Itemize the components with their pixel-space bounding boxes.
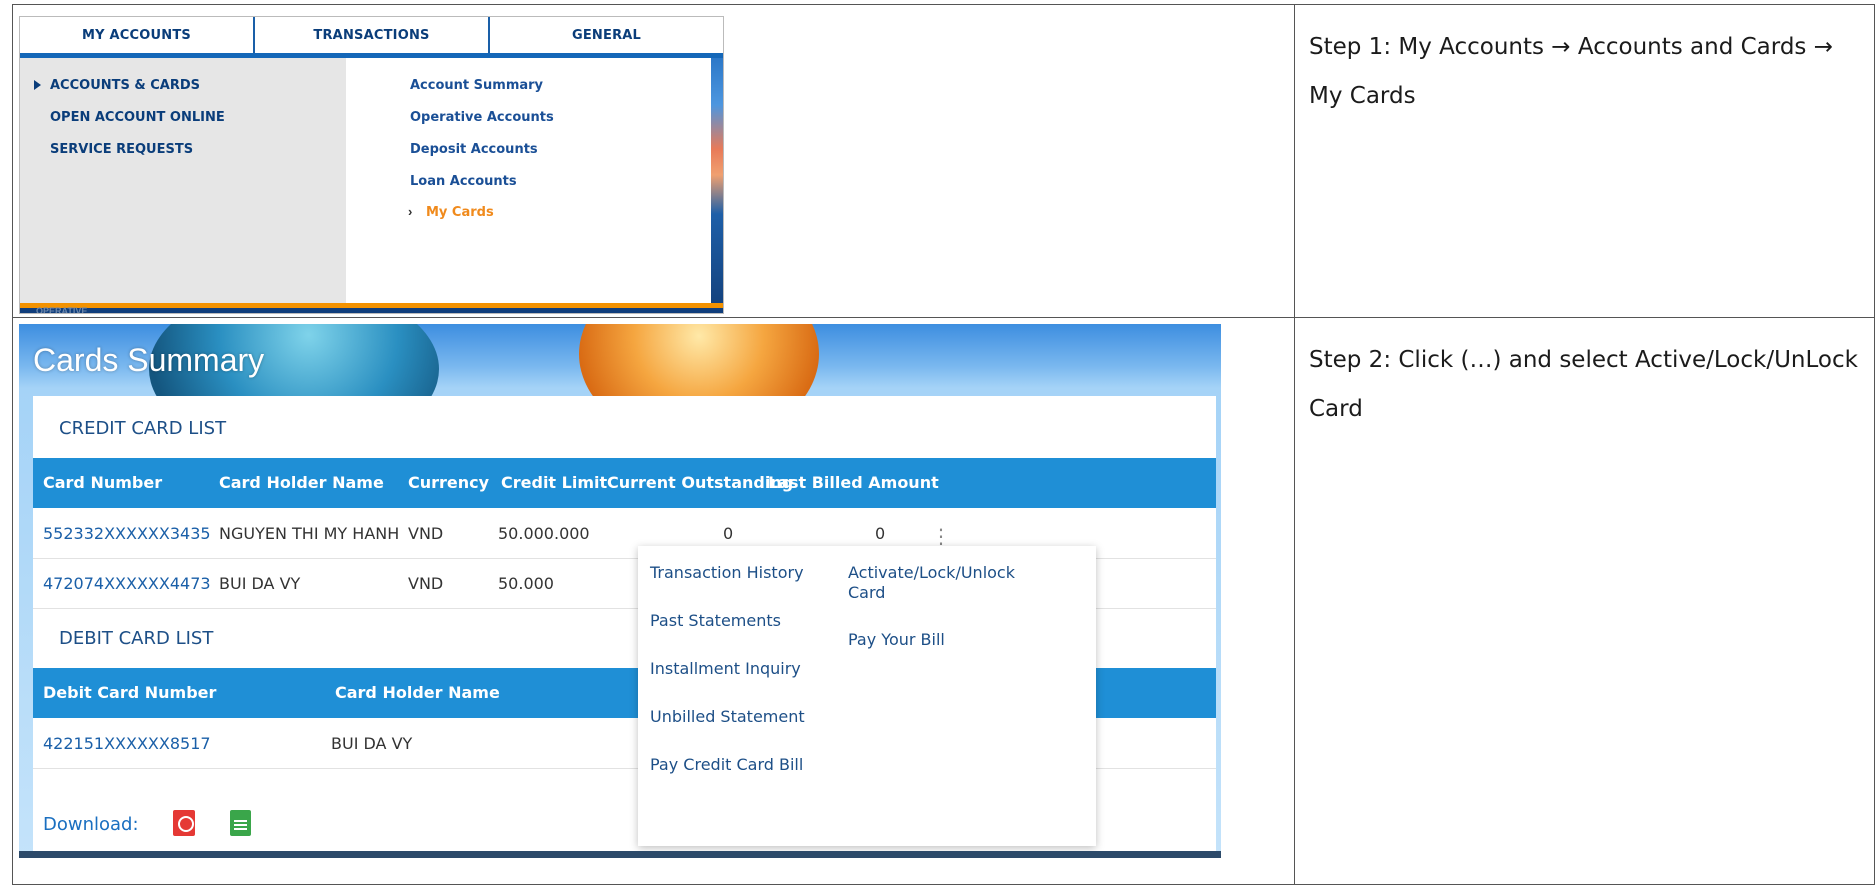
tab-general[interactable]: GENERAL — [490, 17, 723, 53]
menu-item-open-account-online[interactable]: OPEN ACCOUNT ONLINE — [50, 110, 225, 125]
col-debit-card-number: Debit Card Number — [43, 683, 217, 702]
credit-limit: 50.000 — [498, 574, 554, 593]
step-1-cell: Step 1: My Accounts → Accounts and Cards… — [1294, 4, 1875, 318]
step-2-text: : Click (…) and select Active/Lock/UnLoc… — [1309, 347, 1858, 422]
spreadsheet-icon[interactable] — [230, 810, 251, 836]
currency: VND — [408, 574, 444, 593]
step-1-label: Step 1 — [1309, 34, 1384, 60]
nav-menu-screenshot: MY ACCOUNTS TRANSACTIONS GENERAL ACCOUNT… — [19, 16, 724, 314]
credit-table-header: Card Number Card Holder Name Currency Cr… — [33, 458, 1216, 508]
cards-summary-screenshot: Cards Summary CREDIT CARD LIST Card Numb… — [19, 324, 1221, 858]
credit-limit: 50.000.000 — [498, 524, 590, 543]
tab-my-accounts[interactable]: MY ACCOUNTS — [20, 17, 255, 53]
more-options-icon[interactable]: ⋮ — [931, 524, 951, 548]
menu-pay-your-bill[interactable]: Pay Your Bill — [848, 630, 945, 650]
card-number-link[interactable]: 552332XXXXXX3435 — [43, 524, 211, 543]
under-label: OPERATIVE — [36, 306, 88, 314]
card-holder-name: BUI DA VY — [331, 734, 413, 753]
menu-activate-lock-unlock-card[interactable]: Activate/Lock/Unlock Card — [848, 563, 1028, 603]
debit-card-number-link[interactable]: 422151XXXXXX8517 — [43, 734, 211, 753]
step-1-text: : My Accounts → Accounts and Cards → My … — [1309, 34, 1833, 109]
card-actions-menu: Transaction History Past Statements Inst… — [638, 546, 1096, 846]
background-strip — [711, 58, 723, 313]
submenu-operative-accounts[interactable]: Operative Accounts — [410, 110, 554, 125]
current-outstanding: 0 — [723, 524, 734, 543]
menu-transaction-history[interactable]: Transaction History — [650, 563, 804, 583]
menu-installment-inquiry[interactable]: Installment Inquiry — [650, 659, 801, 679]
debit-card-list-title: DEBIT CARD LIST — [59, 628, 214, 649]
menu-item-accounts-cards[interactable]: ACCOUNTS & CARDS — [34, 78, 201, 93]
card-holder-name: BUI DA VY — [219, 574, 301, 593]
card-number-link[interactable]: 472074XXXXXX4473 — [43, 574, 211, 593]
download-label: Download: — [43, 814, 139, 835]
last-billed-amount: 0 — [875, 524, 886, 543]
cards-panel: CREDIT CARD LIST Card Number Card Holder… — [33, 396, 1216, 851]
col-last-billed-amount: Last Billed Amount — [768, 473, 939, 492]
submenu-loan-accounts[interactable]: Loan Accounts — [410, 174, 517, 189]
col-current-outstanding: Current Outstanding — [607, 473, 794, 492]
menu-pay-credit-card-bill[interactable]: Pay Credit Card Bill — [650, 755, 803, 775]
step-2-label: Step 2 — [1309, 347, 1384, 373]
col-currency: Currency — [408, 473, 490, 492]
currency: VND — [408, 524, 444, 543]
menu-item-service-requests[interactable]: SERVICE REQUESTS — [50, 142, 193, 157]
col-credit-limit: Credit Limit — [501, 473, 608, 492]
col-card-holder-name: Card Holder Name — [335, 683, 500, 702]
submenu-account-summary[interactable]: Account Summary — [410, 78, 543, 93]
menu-left-column: ACCOUNTS & CARDS OPEN ACCOUNT ONLINE SER… — [20, 58, 346, 311]
chevron-right-icon: › — [408, 204, 413, 219]
step-2-cell: Step 2: Click (…) and select Active/Lock… — [1294, 317, 1875, 885]
triangle-right-icon — [34, 80, 41, 90]
col-card-holder-name: Card Holder Name — [219, 473, 384, 492]
menu-item-label: ACCOUNTS & CARDS — [50, 78, 201, 93]
pdf-icon[interactable] — [173, 810, 195, 836]
menu-past-statements[interactable]: Past Statements — [650, 611, 781, 631]
col-card-number: Card Number — [43, 473, 163, 492]
menu-unbilled-statement[interactable]: Unbilled Statement — [650, 707, 805, 727]
background-band — [19, 851, 1221, 858]
menu-right-column: Account Summary Operative Accounts Depos… — [346, 58, 711, 303]
credit-card-list-title: CREDIT CARD LIST — [59, 418, 227, 439]
submenu-deposit-accounts[interactable]: Deposit Accounts — [410, 142, 538, 157]
tab-transactions[interactable]: TRANSACTIONS — [255, 17, 490, 53]
under-strip: OPERATIVE — [20, 306, 723, 314]
top-tab-bar: MY ACCOUNTS TRANSACTIONS GENERAL — [20, 17, 723, 58]
submenu-my-cards[interactable]: My Cards — [426, 205, 494, 220]
card-holder-name: NGUYEN THI MY HANH — [219, 524, 400, 543]
page-title: Cards Summary — [33, 342, 265, 378]
